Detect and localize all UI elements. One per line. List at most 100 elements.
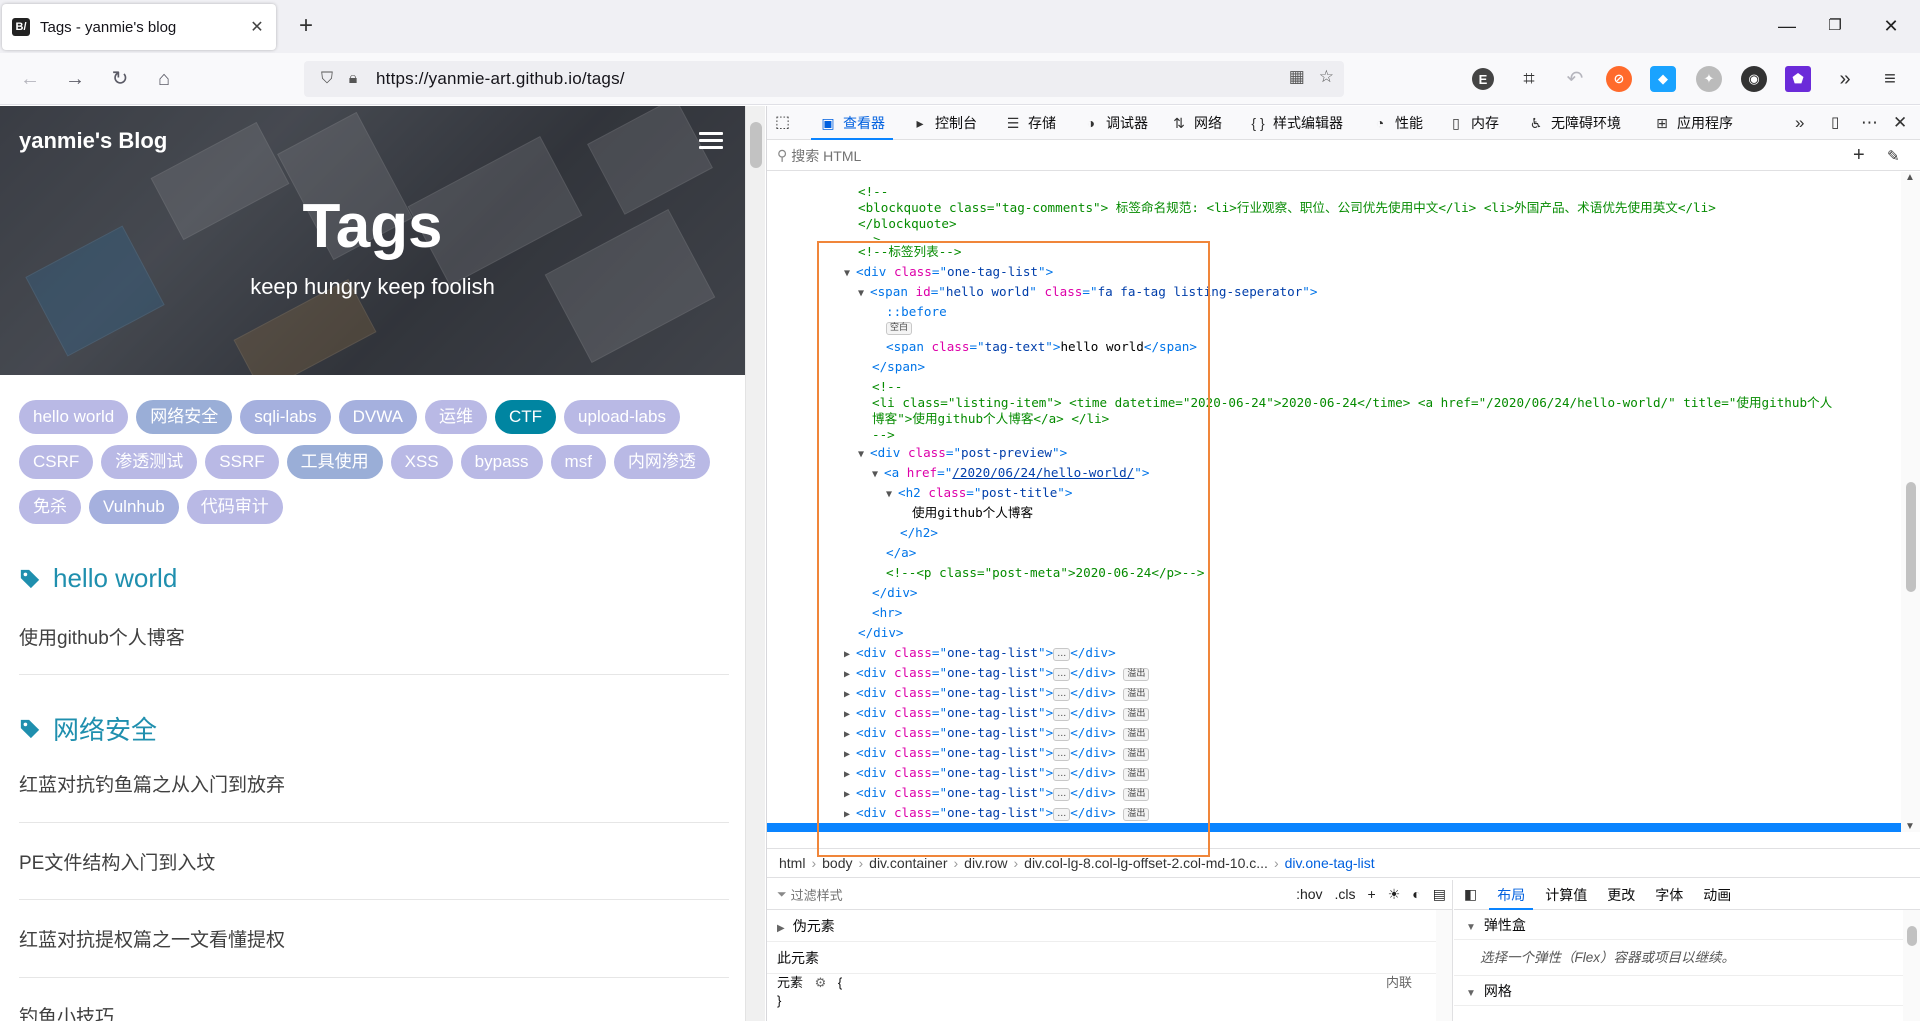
overflow-badge[interactable]: 溢出 xyxy=(1123,728,1150,741)
ellipsis-badge[interactable]: … xyxy=(1053,748,1071,761)
markup-node-span[interactable]: ▼ <span id="hello world" class="fa fa-tag… xyxy=(858,282,1317,302)
grid-accordion[interactable]: ▼ 网格 xyxy=(1454,976,1920,1006)
tab-accessibility[interactable]: ♿ 无障碍环境 xyxy=(1527,106,1621,140)
overflow-badge[interactable]: 溢出 xyxy=(1123,668,1150,681)
markup-comment[interactable]: <!--<p class="post-meta">2020-06-24</p>-… xyxy=(886,563,1204,583)
tab-memory[interactable]: ▯ 内存 xyxy=(1447,106,1499,140)
dark-mode-icon[interactable]: ◐ xyxy=(1412,886,1420,903)
minimize-button[interactable]: — xyxy=(1772,12,1802,40)
tab-application[interactable]: ⊞ 应用程序 xyxy=(1653,106,1733,140)
light-mode-icon[interactable]: ☀ xyxy=(1388,886,1401,903)
expand-twisty-icon[interactable]: ▶ xyxy=(844,785,856,805)
crop-icon[interactable]: ⌗ xyxy=(1514,65,1544,93)
expand-twisty-icon[interactable]: ▶ xyxy=(844,765,856,785)
tag-pill[interactable]: Vulnhub xyxy=(89,490,179,524)
inline-source-label[interactable]: 内联 xyxy=(1386,974,1412,992)
ellipsis-badge[interactable]: … xyxy=(1053,688,1071,701)
tag-pill[interactable]: 运维 xyxy=(425,400,487,434)
markup-scrollbar[interactable]: ▲ ▼ xyxy=(1901,172,1920,832)
ellipsis-badge[interactable]: … xyxy=(1053,768,1071,781)
html-search-bar[interactable]: ⚲ 搜索 HTML + ✎ xyxy=(767,141,1920,171)
expand-twisty-icon[interactable]: ▶ xyxy=(844,725,856,745)
section-title[interactable]: hello world xyxy=(19,563,177,594)
url-text[interactable]: https://yanmie-art.github.io/tags/ xyxy=(376,69,625,89)
tag-pill[interactable]: bypass xyxy=(460,445,543,479)
markup-selected-row[interactable] xyxy=(767,823,1901,832)
shield-icon[interactable]: ⛉ xyxy=(314,70,340,88)
expand-twisty-icon[interactable]: ▼ xyxy=(844,264,856,284)
tab-style-editor[interactable]: { } 样式编辑器 xyxy=(1249,106,1343,140)
ellipsis-badge[interactable]: … xyxy=(1053,728,1071,741)
extension-cookie-icon[interactable]: ◉ xyxy=(1741,66,1767,92)
markup-node-div[interactable]: ▼ <div class="one-tag-list"> xyxy=(844,262,1053,282)
pseudo-elements-toggle[interactable]: ▶ 伪元素 xyxy=(767,910,1452,942)
sidebar-tab[interactable]: 计算值 xyxy=(1545,880,1587,910)
markup-comment[interactable]: --> xyxy=(872,425,895,445)
breadcrumb-item[interactable]: html xyxy=(779,855,805,871)
section-title[interactable]: 网络安全 xyxy=(19,710,157,747)
markup-close-div[interactable]: </div> xyxy=(858,623,904,643)
markup-close-span[interactable]: </span> xyxy=(872,357,925,377)
tag-pill[interactable]: hello world xyxy=(19,400,129,434)
tab-debugger[interactable]: ◑ 调试器 xyxy=(1082,106,1148,140)
expand-twisty-icon[interactable]: ▼ xyxy=(858,445,870,465)
expand-twisty-icon[interactable]: ▼ xyxy=(872,465,884,485)
ellipsis-badge[interactable]: … xyxy=(1053,648,1071,661)
forward-button[interactable]: → xyxy=(60,65,90,93)
markup-close-h2[interactable]: </h2> xyxy=(900,523,938,543)
overflow-badge[interactable]: 溢出 xyxy=(1123,788,1150,801)
sidebar-tab[interactable]: 布局 xyxy=(1489,880,1534,910)
tab-performance[interactable]: ◔ 性能 xyxy=(1371,106,1423,140)
page-scrollbar-thumb[interactable] xyxy=(750,122,762,168)
scroll-up-icon[interactable]: ▲ xyxy=(1905,172,1915,183)
markup-node-h2[interactable]: ▼ <h2 class="post-title"> xyxy=(886,483,1072,503)
extension-block-icon[interactable]: ⊘ xyxy=(1606,66,1632,92)
expand-twisty-icon[interactable]: ▶ xyxy=(844,645,856,665)
post-link[interactable]: PE文件结构入门到入坟 xyxy=(19,848,729,875)
qr-code-icon[interactable]: ▦ xyxy=(1289,67,1305,87)
tag-pill[interactable]: upload-labs xyxy=(564,400,680,434)
lock-icon[interactable]: 🔒︎ xyxy=(340,70,366,88)
responsive-mode-icon[interactable]: ▯ xyxy=(1831,106,1839,140)
undo-icon[interactable]: ↶ xyxy=(1560,65,1590,93)
overflow-badge[interactable]: 溢出 xyxy=(1123,708,1150,721)
add-rule-icon[interactable]: + xyxy=(1368,886,1376,903)
expand-twisty-icon[interactable]: ▶ xyxy=(844,745,856,765)
element-style-rule[interactable]: 元素 ⚙ { 内联 xyxy=(767,974,1452,992)
rules-scrollbar[interactable] xyxy=(1436,910,1452,1021)
post-link[interactable]: 钓鱼小技巧 xyxy=(19,1002,729,1021)
overflow-chevron-icon[interactable]: » xyxy=(1830,65,1860,93)
scroll-down-icon[interactable]: ▼ xyxy=(1905,821,1915,832)
extension-blue-icon[interactable]: ◆ xyxy=(1650,66,1676,92)
print-media-icon[interactable]: ▤ xyxy=(1433,886,1446,903)
filter-styles-input[interactable]: 过滤样式 xyxy=(791,885,843,904)
overflow-badge[interactable]: 溢出 xyxy=(1123,808,1150,821)
eyedropper-icon[interactable]: ✎ xyxy=(1887,147,1900,165)
sidebar-tab[interactable]: 字体 xyxy=(1655,880,1683,910)
toggle-sidebar-icon[interactable]: ◧ xyxy=(1464,886,1477,903)
add-node-icon[interactable]: + xyxy=(1853,144,1865,167)
ellipsis-badge[interactable]: … xyxy=(1053,668,1071,681)
back-button[interactable]: ← xyxy=(15,65,45,93)
hover-states-button[interactable]: :hov xyxy=(1296,886,1322,903)
markup-text-node[interactable]: 使用github个人博客 xyxy=(912,503,1033,523)
expand-twisty-icon[interactable]: ▶ xyxy=(844,705,856,725)
breadcrumb-item[interactable]: div.col-lg-8.col-lg-offset-2.col-md-10.c… xyxy=(1024,855,1268,871)
extension-purple-icon[interactable]: ⬟ xyxy=(1785,66,1811,92)
markup-node-hr[interactable]: <hr> xyxy=(872,603,902,623)
breadcrumb-item[interactable]: body xyxy=(822,855,852,871)
element-picker-icon[interactable]: ⬚ xyxy=(775,106,790,140)
window-close-button[interactable]: ✕ xyxy=(1876,12,1906,40)
ellipsis-badge[interactable]: … xyxy=(1053,708,1071,721)
layout-scrollbar[interactable] xyxy=(1903,910,1920,1021)
new-tab-button[interactable]: + xyxy=(292,12,320,40)
markup-node-collapsed[interactable]: ▶ <div class="one-tag-list">… </div> 溢出 xyxy=(844,783,1150,805)
markup-line[interactable]: <blockquote class="tag-comments"> 标签命名规范… xyxy=(858,198,1716,218)
markup-node-collapsed[interactable]: ▶ <div class="one-tag-list">… </div> 溢出 xyxy=(844,723,1150,745)
markup-close-div[interactable]: </div> xyxy=(872,583,918,603)
tab-inspector[interactable]: ▣ 查看器 xyxy=(811,106,893,140)
markup-node-a[interactable]: ▼ <a href="/2020/06/24/hello-world/"> xyxy=(872,463,1149,483)
page-scrollbar[interactable] xyxy=(745,106,765,1021)
sidebar-tab[interactable]: 动画 xyxy=(1703,880,1731,910)
expand-twisty-icon[interactable]: ▶ xyxy=(844,685,856,705)
